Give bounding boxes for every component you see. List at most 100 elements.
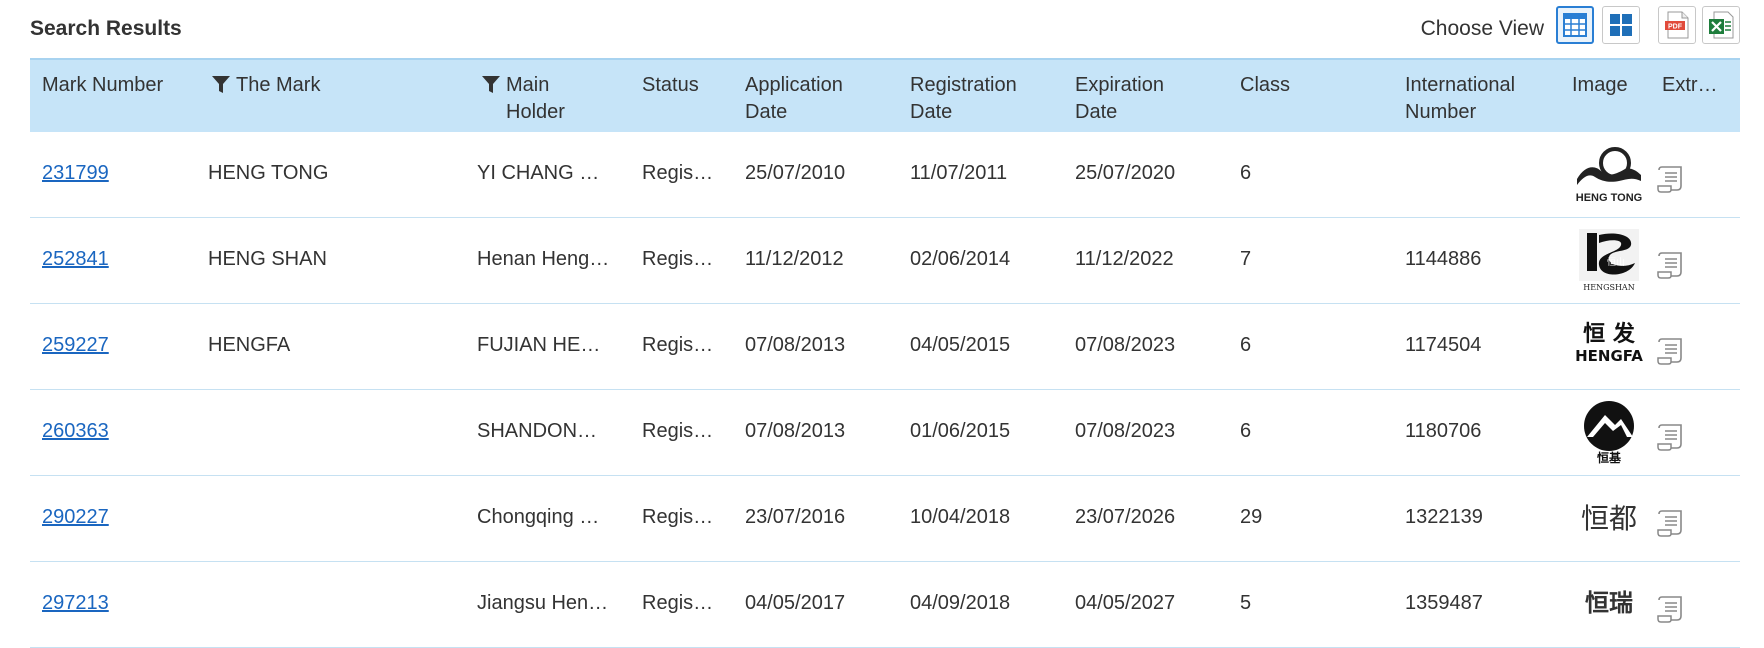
column-header-international-number[interactable]: International Number: [1405, 72, 1515, 126]
registration-date-cell: 02/06/2014: [910, 248, 1011, 270]
grid-view-button[interactable]: [1556, 6, 1594, 44]
mark-image-thumbnail[interactable]: HENG TONG: [1575, 141, 1643, 207]
mark-number-link[interactable]: 290227: [42, 506, 109, 529]
main-holder-cell: SHANDON…: [477, 420, 598, 442]
the-mark-cell: HENGFA: [208, 334, 291, 356]
extract-document-icon[interactable]: [1656, 508, 1688, 538]
mark-image-thumbnail[interactable]: 恒山 HENGSHAN: [1575, 227, 1643, 293]
expiration-date-cell: 11/12/2022: [1075, 248, 1174, 270]
main-holder-cell: YI CHANG …: [477, 162, 600, 184]
status-cell: Regis…: [642, 592, 714, 614]
application-date-cell: 23/07/2016: [745, 506, 846, 528]
svg-text:HENG TONG: HENG TONG: [1576, 192, 1642, 204]
international-number-cell: 1180706: [1405, 420, 1482, 442]
international-number-cell: 1144886: [1405, 248, 1482, 270]
svg-text:恒 发: 恒 发: [1583, 321, 1636, 347]
heng-tong-logo-icon: HENG TONG: [1576, 147, 1642, 204]
registration-date-cell: 11/07/2011: [910, 162, 1008, 184]
class-cell: 6: [1240, 162, 1252, 184]
the-mark-cell: HENG TONG: [208, 162, 329, 184]
status-cell: Regis…: [642, 420, 714, 442]
column-header-main-holder[interactable]: Main Holder: [482, 72, 565, 126]
table-row: 297213 Jiangsu Hen… Regis… 04/05/2017 04…: [30, 562, 1740, 648]
hengji-logo-icon: 恒基: [1584, 401, 1634, 465]
filter-icon[interactable]: [212, 76, 230, 94]
page-title: Search Results: [30, 17, 182, 40]
column-header-class[interactable]: Class: [1240, 72, 1290, 99]
registration-date-cell: 01/06/2015: [910, 420, 1011, 442]
mark-number-link[interactable]: 259227: [42, 334, 109, 357]
registration-date-cell: 04/05/2015: [910, 334, 1011, 356]
svg-text:HENGFA: HENGFA: [1575, 347, 1643, 365]
registration-date-cell: 04/09/2018: [910, 592, 1011, 614]
export-excel-button[interactable]: [1702, 6, 1740, 44]
mark-image-thumbnail[interactable]: 恒都: [1575, 485, 1643, 551]
column-header-extract: Extr…: [1662, 74, 1718, 96]
extract-document-icon[interactable]: [1656, 164, 1688, 194]
svg-text:HENGSHAN: HENGSHAN: [1583, 283, 1634, 292]
excel-file-icon: [1709, 11, 1734, 39]
extract-document-icon[interactable]: [1656, 250, 1688, 280]
svg-text:恒基: 恒基: [1597, 450, 1622, 465]
column-header-mark-number[interactable]: Mark Number: [42, 72, 163, 99]
table-header: Mark Number The Mark Main Holder Status …: [30, 58, 1740, 132]
status-cell: Regis…: [642, 248, 714, 270]
status-cell: Regis…: [642, 162, 714, 184]
hengdu-logo-icon: 恒都: [1581, 502, 1637, 535]
mark-image-thumbnail[interactable]: 恒 发 HENGFA: [1575, 313, 1643, 379]
international-number-cell: 1174504: [1405, 334, 1482, 356]
table-grid-icon: [1563, 13, 1587, 37]
extract-document-icon[interactable]: [1656, 422, 1688, 452]
status-cell: Regis…: [642, 334, 714, 356]
pdf-file-icon: PDF: [1665, 11, 1689, 39]
expiration-date-cell: 04/05/2027: [1075, 592, 1176, 614]
heng-shan-logo-icon: 恒山 HENGSHAN: [1579, 229, 1639, 292]
tiles-icon: [1610, 14, 1632, 36]
search-results-page: Search Results Choose View PDF Mark Numb…: [0, 0, 1764, 648]
column-header-application-date[interactable]: Application Date: [745, 72, 843, 126]
table-row: 290227 Chongqing … Regis… 23/07/2016 10/…: [30, 476, 1740, 562]
application-date-cell: 25/07/2010: [745, 162, 846, 184]
column-header-registration-date[interactable]: Registration Date: [910, 72, 1017, 126]
mark-number-link[interactable]: 260363: [42, 420, 109, 443]
column-header-the-mark[interactable]: The Mark: [212, 72, 320, 99]
column-header-status[interactable]: Status: [642, 72, 699, 99]
tile-view-button[interactable]: [1602, 6, 1640, 44]
mark-number-link[interactable]: 252841: [42, 248, 109, 271]
main-holder-cell: Chongqing …: [477, 506, 600, 528]
table-row: 259227 HENGFA FUJIAN HE… Regis… 07/08/20…: [30, 304, 1740, 390]
application-date-cell: 04/05/2017: [745, 592, 846, 614]
hengfa-logo-icon: 恒 发 HENGFA: [1575, 321, 1643, 365]
main-holder-cell: Jiangsu Hen…: [477, 592, 609, 614]
mark-number-link[interactable]: 231799: [42, 162, 109, 185]
svg-text:PDF: PDF: [1668, 24, 1683, 31]
the-mark-cell: HENG SHAN: [208, 248, 327, 270]
table-row: 252841 HENG SHAN Henan Heng… Regis… 11/1…: [30, 218, 1740, 304]
status-cell: Regis…: [642, 506, 714, 528]
expiration-date-cell: 07/08/2023: [1075, 334, 1176, 356]
extract-document-icon[interactable]: [1656, 336, 1688, 366]
column-header-image: Image: [1572, 74, 1628, 96]
svg-text:恒都: 恒都: [1581, 502, 1637, 535]
main-holder-cell: Henan Heng…: [477, 248, 610, 270]
expiration-date-cell: 23/07/2026: [1075, 506, 1176, 528]
class-cell: 29: [1240, 506, 1263, 528]
expiration-date-cell: 07/08/2023: [1075, 420, 1176, 442]
registration-date-cell: 10/04/2018: [910, 506, 1011, 528]
main-holder-cell: FUJIAN HE…: [477, 334, 601, 356]
mark-image-thumbnail[interactable]: 恒瑞: [1575, 571, 1643, 637]
filter-icon[interactable]: [482, 76, 500, 94]
table-row: 231799 HENG TONG YI CHANG … Regis… 25/07…: [30, 132, 1740, 218]
export-pdf-button[interactable]: PDF: [1658, 6, 1696, 44]
mark-number-link[interactable]: 297213: [42, 592, 109, 615]
results-table: Mark Number The Mark Main Holder Status …: [30, 58, 1740, 648]
mark-image-thumbnail[interactable]: 恒基: [1575, 399, 1643, 465]
class-cell: 5: [1240, 592, 1252, 614]
class-cell: 7: [1240, 248, 1252, 270]
table-row: 260363 SHANDON… Regis… 07/08/2013 01/06/…: [30, 390, 1740, 476]
hengrui-logo-icon: 恒瑞: [1585, 589, 1633, 617]
choose-view-label: Choose View: [1420, 17, 1544, 40]
column-header-expiration-date[interactable]: Expiration Date: [1075, 72, 1164, 126]
application-date-cell: 11/12/2012: [745, 248, 844, 270]
table-body: 231799 HENG TONG YI CHANG … Regis… 25/07…: [30, 132, 1740, 648]
